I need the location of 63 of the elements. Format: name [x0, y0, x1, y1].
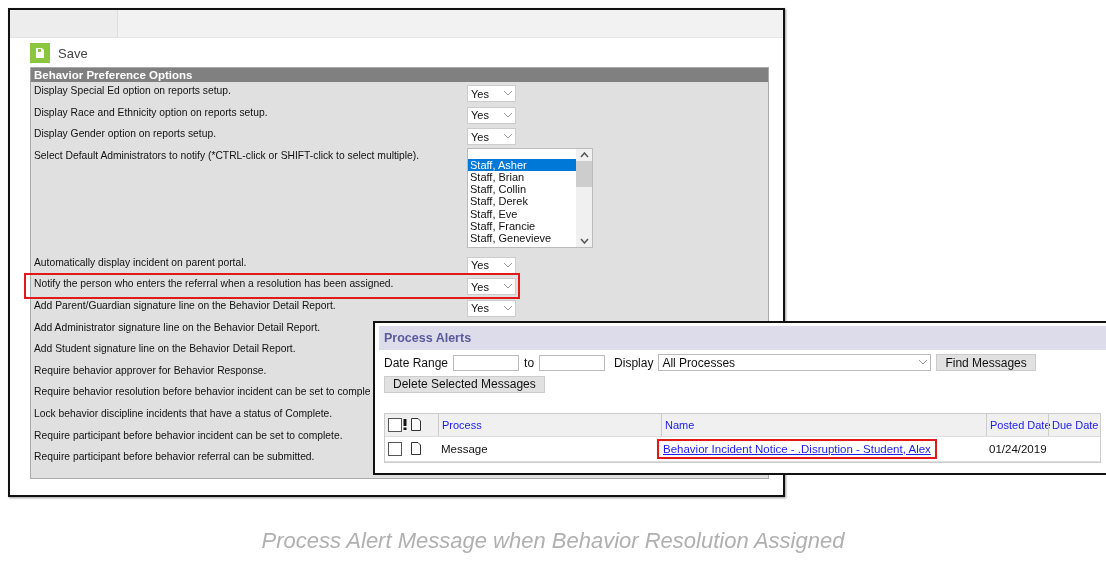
option-label: Require behavior approver for Behavior Response.: [33, 363, 267, 376]
document-icon: [411, 442, 421, 455]
caret-icon: [504, 91, 512, 96]
display-select[interactable]: All Processes: [658, 354, 932, 371]
yes-no-select[interactable]: Yes: [467, 299, 516, 317]
listbox-option[interactable]: Staff, Derek: [468, 195, 576, 208]
yes-no-select[interactable]: Yes: [467, 85, 516, 102]
option-label: Display Gender option on reports setup.: [33, 127, 216, 140]
option-label: Display Special Ed option on reports setup.: [33, 84, 231, 96]
scroll-up-icon[interactable]: [579, 151, 589, 158]
listbox-option[interactable]: Staff, Collin: [468, 183, 576, 196]
document-icon: [411, 418, 421, 431]
row-checkbox[interactable]: [388, 441, 402, 456]
panel-header: Behavior Preference Options: [31, 68, 768, 82]
column-header[interactable]: Posted Date: [986, 413, 1048, 436]
yes-no-select[interactable]: Yes: [467, 256, 516, 274]
posted-date-cell-text: 01/24/2019: [988, 442, 1048, 455]
administrators-listbox[interactable]: Staff, Asher Staff, Brian Staff, Collin Staff, Derek Staff, Eve Staff, Francie Staff, Genevieve: [467, 147, 593, 248]
option-label: Require behavior resolution before behavior incident can be set to comple: [33, 385, 371, 398]
process-cell-text: Message: [440, 442, 489, 455]
start-date-field[interactable]: [453, 354, 520, 371]
display-label: Display: [614, 355, 654, 370]
save-button[interactable]: Save: [58, 45, 88, 61]
option-label: Select Default Administrators to notify (*CTRL-click or SHIFT-click to select multiple).: [33, 148, 420, 161]
column-header[interactable]: Due Date: [1048, 413, 1100, 436]
listbox-option[interactable]: Staff, Francie: [468, 219, 576, 232]
listbox-option[interactable]: Staff, Genevieve: [468, 231, 576, 245]
caret-icon: [504, 305, 512, 311]
column-header[interactable]: Process: [438, 413, 661, 436]
yes-no-select[interactable]: Yes: [467, 106, 516, 124]
yes-no-select[interactable]: Yes: [467, 278, 516, 296]
exclamation-icon: [403, 419, 407, 430]
save-icon[interactable]: [30, 43, 50, 63]
option-label: Add Administrator signature line on the Behavior Detail Report.: [33, 320, 321, 333]
listbox-option[interactable]: Staff, Asher: [468, 158, 576, 171]
yes-no-select[interactable]: Yes: [467, 128, 516, 146]
scroll-down-icon[interactable]: [579, 237, 589, 244]
scrollbar-thumb[interactable]: [576, 160, 592, 187]
window-title: Process Alerts: [379, 326, 1106, 350]
option-label: Lock behavior discipline incidents that have a status of Complete.: [33, 406, 333, 419]
to-label: to: [524, 355, 535, 370]
select-all-checkbox[interactable]: [388, 417, 402, 432]
figure-caption: Process Alert Message when Behavior Resolution Assigned: [261, 528, 845, 553]
option-label: Notify the person who enters the referral when a resolution has been assigned.: [33, 277, 394, 290]
end-date-field[interactable]: [539, 354, 606, 371]
option-label: Require participant before behavior referral can be submitted.: [33, 450, 315, 463]
column-header[interactable]: Name: [661, 413, 986, 436]
delete-messages-button[interactable]: Delete Selected Messages: [384, 375, 545, 393]
message-link[interactable]: Behavior Incident Notice - .Disruption - Student, Alex: [657, 438, 937, 459]
date-range-label: Date Range: [384, 355, 449, 370]
caret-icon: [504, 284, 512, 290]
caret-icon: [504, 134, 512, 140]
caret-icon: [504, 262, 512, 268]
listbox-option[interactable]: Staff, Brian: [468, 170, 576, 184]
caret-icon: [504, 112, 512, 118]
option-label: Automatically display incident on parent portal.: [33, 255, 247, 268]
find-messages-button[interactable]: Find Messages: [936, 354, 1036, 371]
option-label: Require participant before behavior incident can be set to complete.: [33, 428, 343, 441]
option-label: Display Race and Ethnicity option on reports setup.: [33, 105, 268, 118]
listbox-option[interactable]: Staff, Eve: [468, 207, 576, 220]
caret-icon: [919, 360, 928, 365]
option-label: Add Student signature line on the Behavior Detail Report.: [33, 342, 296, 355]
option-label: Add Parent/Guardian signature line on the Behavior Detail Report.: [33, 298, 336, 311]
